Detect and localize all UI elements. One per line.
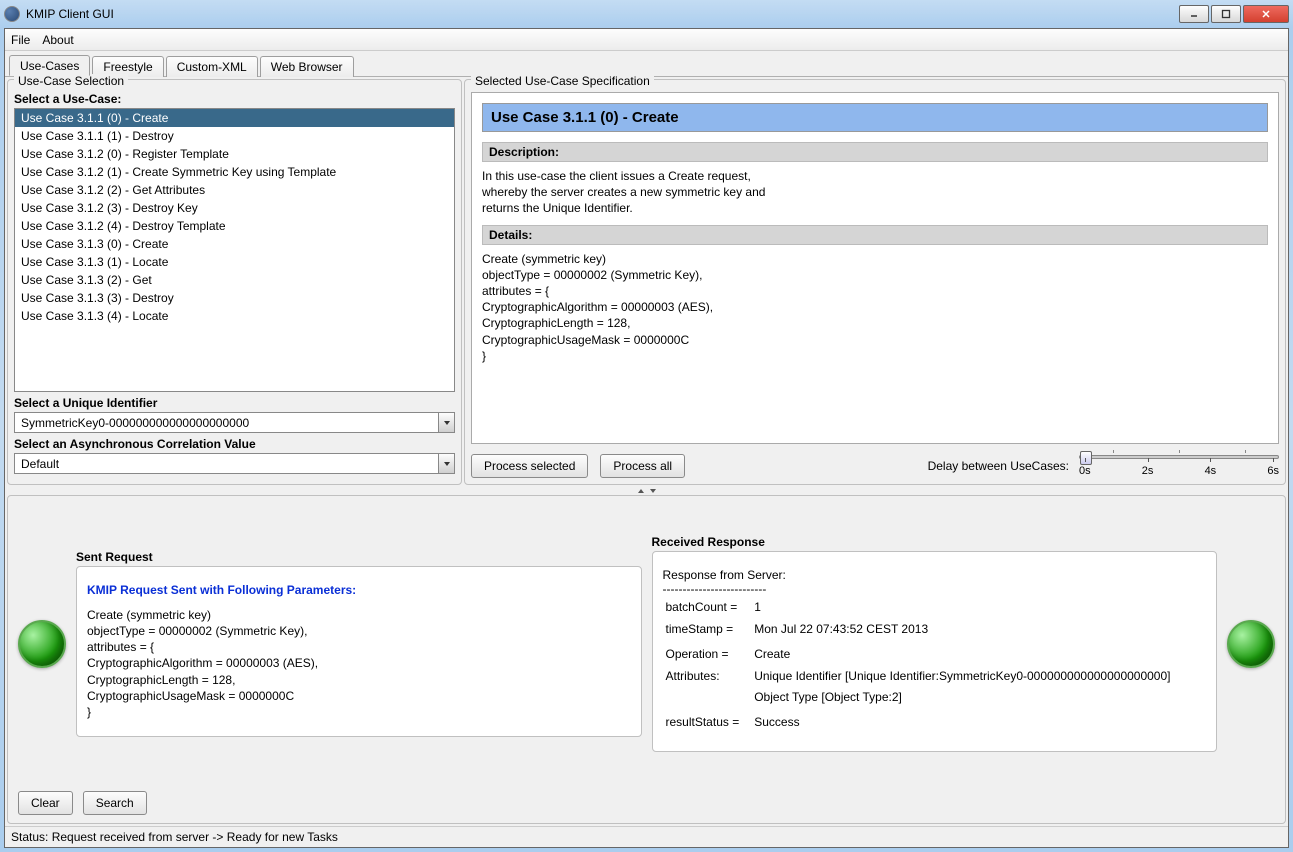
received-response-panel: Received Response Response from Server: …	[652, 535, 1218, 751]
uid-value: SymmetricKey0-000000000000000000000	[15, 416, 438, 430]
async-value: Default	[15, 457, 438, 471]
list-item[interactable]: Use Case 3.1.2 (0) - Register Template	[15, 145, 454, 163]
process-selected-button[interactable]: Process selected	[471, 454, 588, 478]
list-item[interactable]: Use Case 3.1.2 (4) - Destroy Template	[15, 217, 454, 235]
maximize-button[interactable]	[1211, 5, 1241, 23]
sent-body: Create (symmetric key) objectType = 0000…	[87, 607, 631, 720]
specification-label: Selected Use-Case Specification	[471, 74, 654, 88]
tab-custom-xml[interactable]: Custom-XML	[166, 56, 258, 77]
received-response-box[interactable]: Response from Server: ------------------…	[652, 551, 1218, 751]
menubar: File About	[5, 29, 1288, 51]
spec-title: Use Case 3.1.1 (0) - Create	[482, 103, 1268, 132]
table-row	[665, 709, 1172, 711]
list-item[interactable]: Use Case 3.1.3 (0) - Create	[15, 235, 454, 253]
tick: 6s	[1267, 465, 1279, 477]
use-case-listbox[interactable]: Use Case 3.1.1 (0) - Create Use Case 3.1…	[14, 108, 455, 392]
split-handle[interactable]	[5, 487, 1288, 495]
window-body: File About Use-Cases Freestyle Custom-XM…	[4, 28, 1289, 848]
received-response-title: Received Response	[652, 535, 1218, 549]
request-response-row: Sent Request KMIP Request Sent with Foll…	[18, 504, 1275, 783]
async-combo[interactable]: Default	[14, 453, 455, 474]
details-body: Create (symmetric key) objectType = 0000…	[482, 251, 1268, 364]
dropdown-icon[interactable]	[438, 454, 454, 473]
table-row: Operation =Create	[665, 645, 1172, 664]
menu-file[interactable]: File	[11, 33, 30, 47]
description-body: In this use-case the client issues a Cre…	[482, 168, 1268, 217]
tab-use-cases[interactable]: Use-Cases	[9, 55, 90, 76]
uid-label: Select a Unique Identifier	[14, 396, 455, 410]
slider-ticks: 0s 2s 4s 6s	[1079, 465, 1279, 477]
sent-heading: KMIP Request Sent with Following Paramet…	[87, 583, 631, 597]
spec-scroll[interactable]: Use Case 3.1.1 (0) - Create Description:…	[471, 92, 1279, 444]
app-icon	[4, 6, 20, 22]
list-item[interactable]: Use Case 3.1.1 (0) - Create	[15, 109, 454, 127]
process-controls: Process selected Process all Delay betwe…	[471, 454, 1279, 478]
titlebar: KMIP Client GUI	[0, 0, 1293, 28]
chevron-up-icon	[637, 488, 645, 494]
lower-panel: Sent Request KMIP Request Sent with Foll…	[7, 495, 1286, 824]
minimize-button[interactable]	[1179, 5, 1209, 23]
details-header: Details:	[482, 225, 1268, 245]
table-row: Attributes:Unique Identifier [Unique Ide…	[665, 667, 1172, 686]
delay-label: Delay between UseCases:	[928, 459, 1069, 473]
received-led-icon	[1227, 620, 1275, 668]
list-item[interactable]: Use Case 3.1.1 (1) - Destroy	[15, 127, 454, 145]
uid-combo[interactable]: SymmetricKey0-000000000000000000000	[14, 412, 455, 433]
select-use-case-label: Select a Use-Case:	[14, 92, 455, 106]
table-row: resultStatus =Success	[665, 713, 1172, 732]
upper-row: Use-Case Selection Select a Use-Case: Us…	[5, 77, 1288, 487]
delay-slider[interactable]: 0s 2s 4s 6s	[1079, 455, 1279, 477]
window-controls	[1177, 5, 1289, 23]
received-heading: Response from Server:	[663, 568, 1207, 582]
slider-thumb[interactable]	[1080, 451, 1092, 465]
list-item[interactable]: Use Case 3.1.2 (2) - Get Attributes	[15, 181, 454, 199]
description-header: Description:	[482, 142, 1268, 162]
sent-request-panel: Sent Request KMIP Request Sent with Foll…	[76, 550, 642, 737]
table-row: timeStamp =Mon Jul 22 07:43:52 CEST 2013	[665, 620, 1172, 639]
dropdown-icon[interactable]	[438, 413, 454, 432]
tab-web-browser[interactable]: Web Browser	[260, 56, 354, 77]
list-item[interactable]: Use Case 3.1.3 (3) - Destroy	[15, 289, 454, 307]
use-case-selection-panel: Use-Case Selection Select a Use-Case: Us…	[7, 79, 462, 485]
list-item[interactable]: Use Case 3.1.3 (1) - Locate	[15, 253, 454, 271]
list-item[interactable]: Use Case 3.1.3 (4) - Locate	[15, 307, 454, 325]
received-table: batchCount =1 timeStamp =Mon Jul 22 07:4…	[663, 596, 1174, 734]
sent-led-icon	[18, 620, 66, 668]
table-row: Object Type [Object Type:2]	[665, 688, 1172, 707]
clear-button[interactable]: Clear	[18, 791, 73, 815]
delay-slider-wrap: Delay between UseCases: 0s 2s 4s 6	[928, 455, 1279, 477]
specification-panel: Selected Use-Case Specification Use Case…	[464, 79, 1286, 485]
statusbar: Status: Request received from server -> …	[5, 826, 1288, 847]
sent-request-box[interactable]: KMIP Request Sent with Following Paramet…	[76, 566, 642, 737]
chevron-down-icon	[649, 488, 657, 494]
table-row: batchCount =1	[665, 598, 1172, 617]
sent-request-title: Sent Request	[76, 550, 642, 564]
tick: 4s	[1205, 465, 1217, 477]
async-label: Select an Asynchronous Correlation Value	[14, 437, 455, 451]
lower-button-row: Clear Search	[18, 791, 1275, 815]
list-item[interactable]: Use Case 3.1.2 (1) - Create Symmetric Ke…	[15, 163, 454, 181]
use-case-selection-label: Use-Case Selection	[14, 74, 128, 88]
close-button[interactable]	[1243, 5, 1289, 23]
table-row	[665, 641, 1172, 643]
menu-about[interactable]: About	[42, 33, 73, 47]
window-title: KMIP Client GUI	[26, 7, 1177, 21]
list-item[interactable]: Use Case 3.1.3 (2) - Get	[15, 271, 454, 289]
process-all-button[interactable]: Process all	[600, 454, 685, 478]
search-button[interactable]: Search	[83, 791, 147, 815]
list-item[interactable]: Use Case 3.1.2 (3) - Destroy Key	[15, 199, 454, 217]
tick: 2s	[1142, 465, 1154, 477]
tick: 0s	[1079, 465, 1091, 477]
